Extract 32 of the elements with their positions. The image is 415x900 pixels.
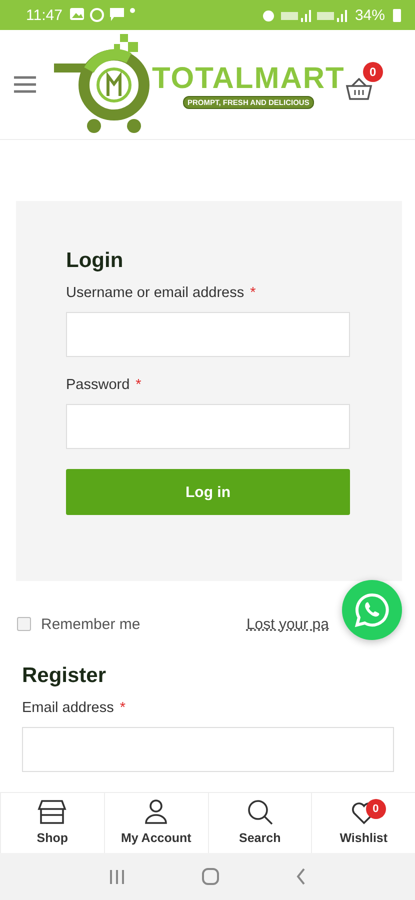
lost-password-link[interactable]: Lost your pa [246,616,329,632]
signal-icon [280,8,311,22]
whatsapp-button[interactable] [342,580,402,640]
field-label: Password * [66,377,142,393]
basket-icon[interactable] [344,78,373,100]
back-icon[interactable] [296,868,306,885]
menu-icon[interactable] [14,76,36,93]
battery-percent: 34% [354,6,385,24]
count-badge: 0 [366,799,386,819]
clock: 11:47 [26,6,62,24]
register-heading: Register [22,664,108,688]
phone-bubble-icon [354,592,390,628]
recent-apps-icon[interactable] [108,868,125,884]
checkbox[interactable] [17,617,31,631]
field-label: Username or email address * [66,285,257,301]
person-icon [144,799,168,825]
input-field[interactable] [66,404,350,449]
remember-label: Remember me [41,616,140,632]
signal-icon [316,8,347,22]
search-icon [246,799,273,825]
home-icon[interactable] [202,868,219,885]
image-icon [70,8,84,20]
cart-count-badge: 0 [362,62,383,82]
login-heading: Login [66,249,124,273]
input-field[interactable] [22,727,394,772]
battery-icon [393,8,401,22]
brand-name: TOTALMART [152,64,345,94]
storefront-icon [36,799,68,825]
input-field[interactable] [66,312,350,357]
dot-icon [130,8,136,13]
message-icon [110,8,124,21]
field-label: Email address * [22,700,127,716]
